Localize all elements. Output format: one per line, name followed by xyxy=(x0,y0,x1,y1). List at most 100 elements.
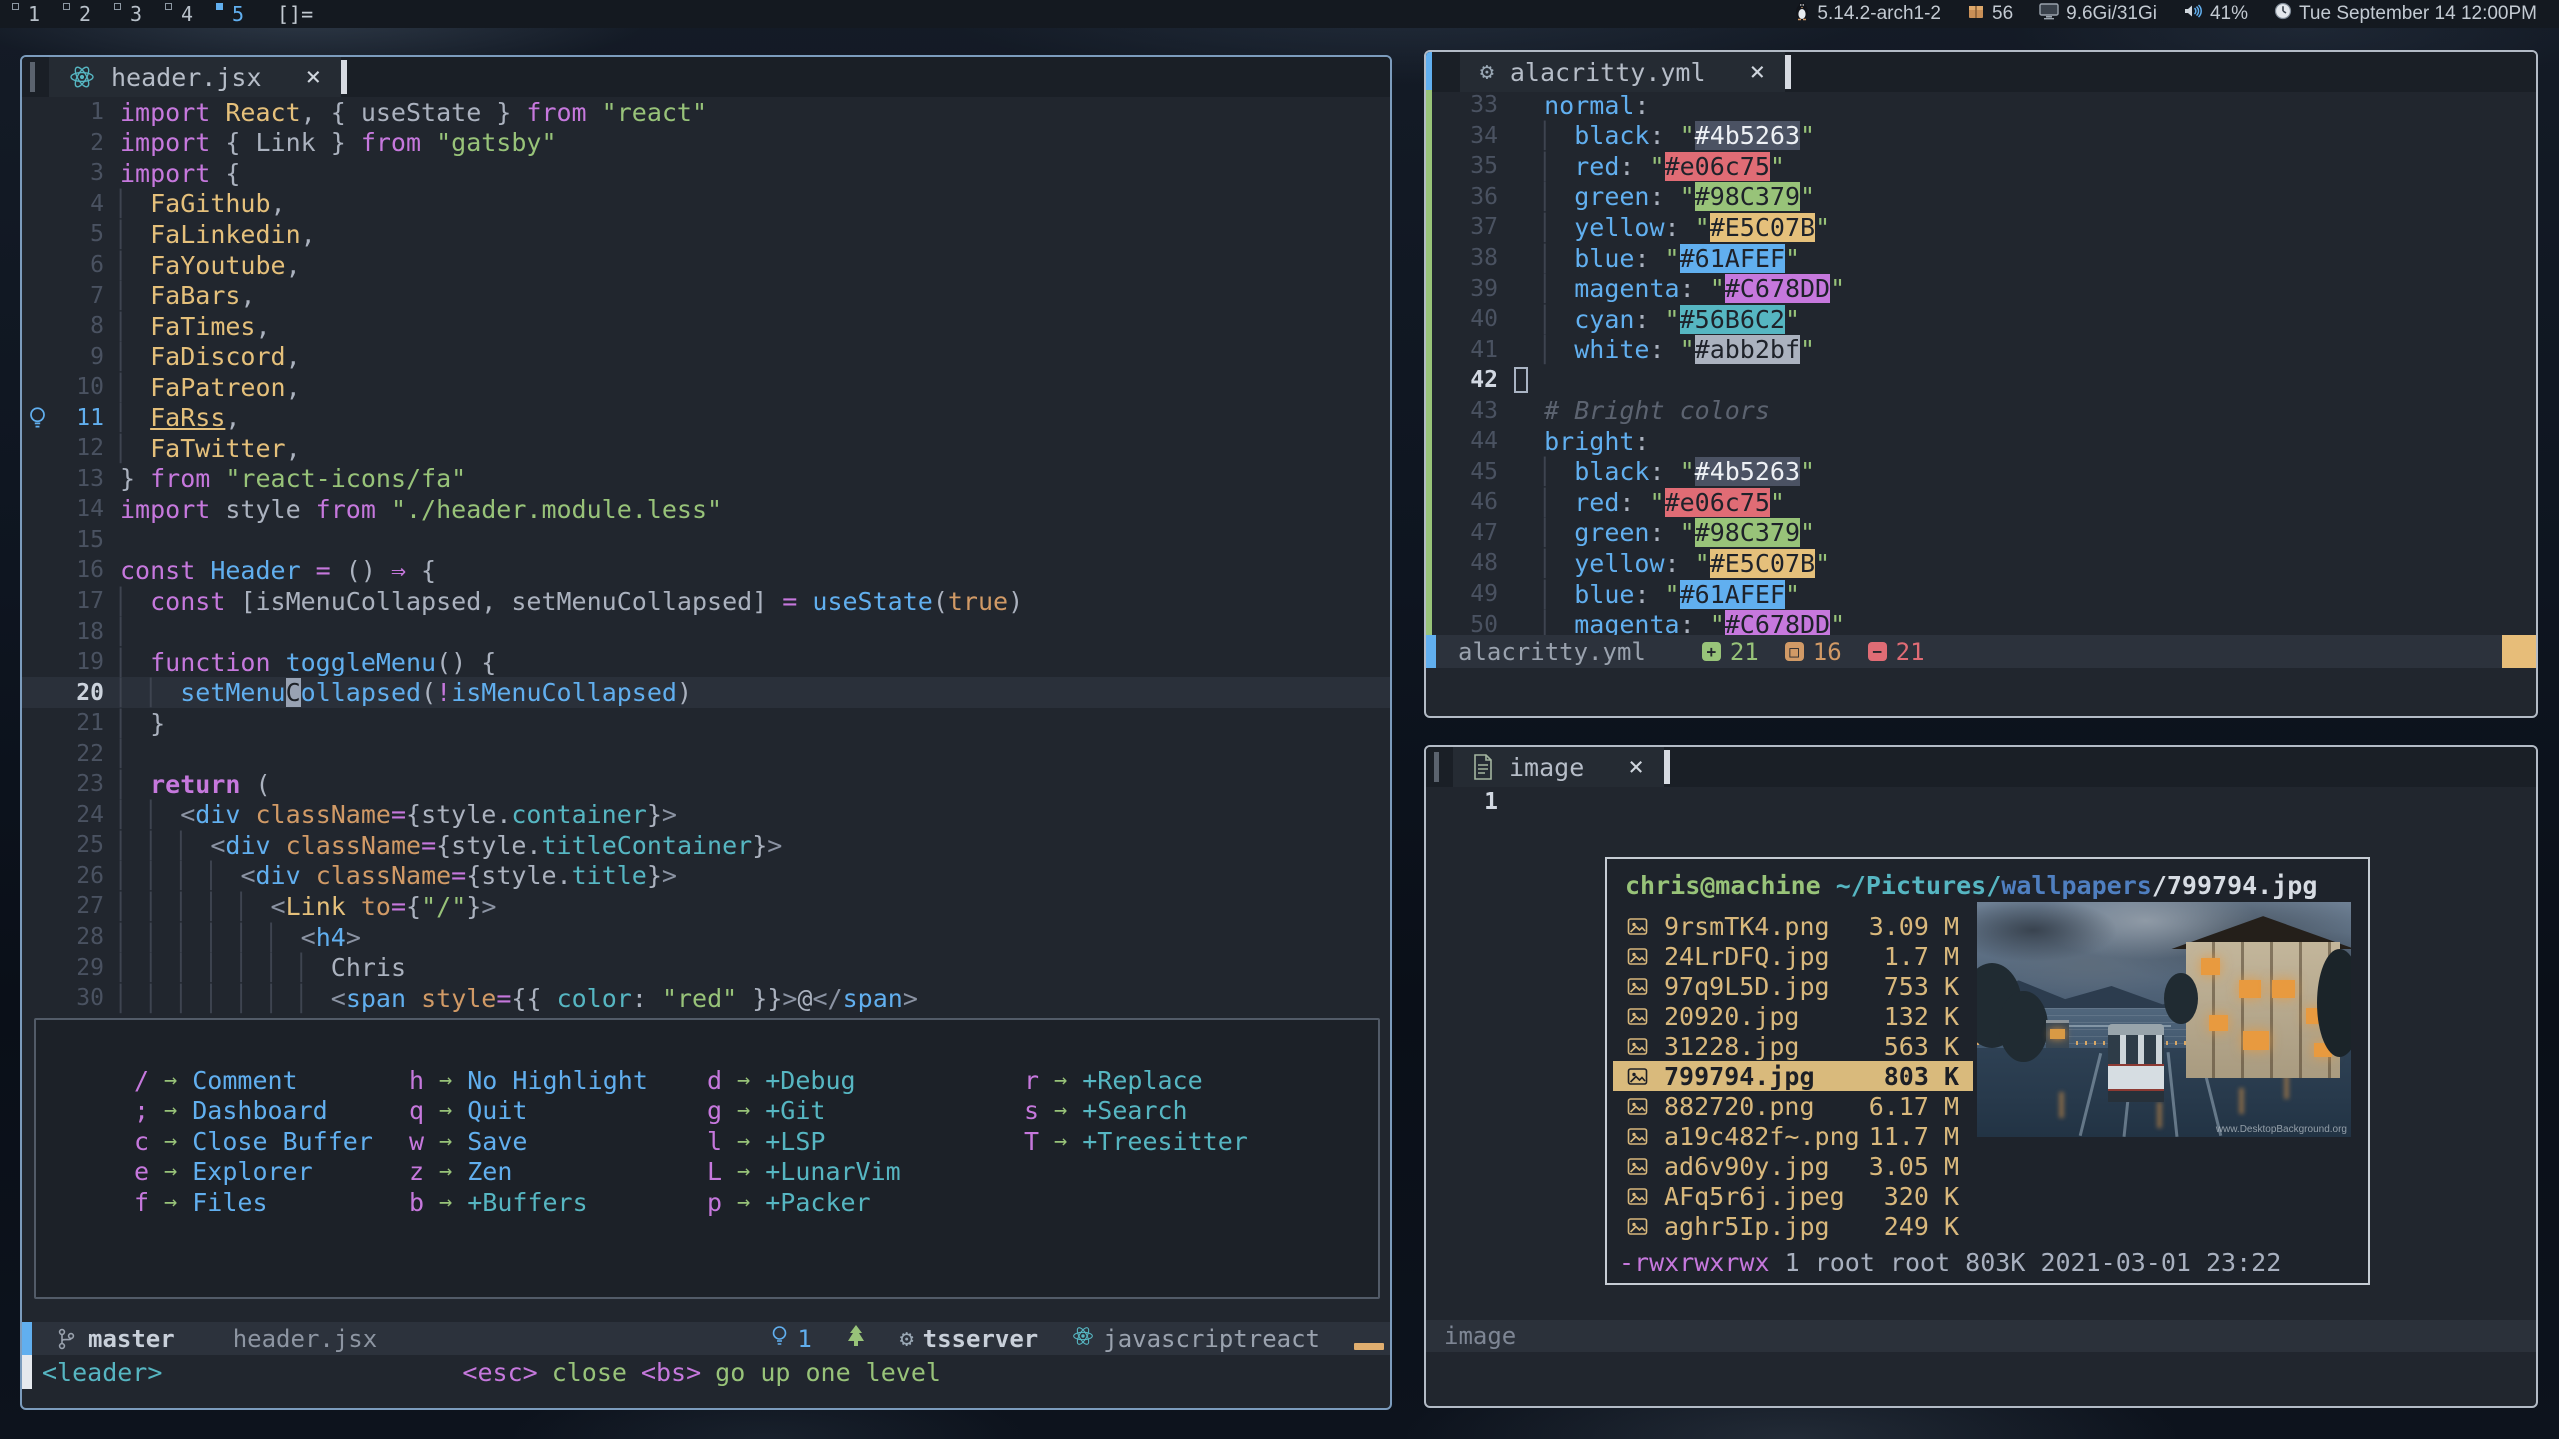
packages-status: 56 xyxy=(1967,2,2013,26)
code-line-4[interactable]: 4▏ FaGithub, xyxy=(22,189,1390,220)
whichkey-save[interactable]: w→Save xyxy=(406,1126,648,1157)
workspace-1[interactable]: 1 xyxy=(10,0,61,28)
code-line-42[interactable]: 42 xyxy=(1426,365,2536,396)
file-row-20920-jpg[interactable]: 20920.jpg132 K xyxy=(1613,1001,1973,1031)
code-line-15[interactable]: 15 xyxy=(22,525,1390,556)
code-line-8[interactable]: 8▏ FaTimes, xyxy=(22,311,1390,342)
code-line-16[interactable]: 16const Header = () ⇒ { xyxy=(22,555,1390,586)
code-line-30[interactable]: 30▏ ▏ ▏ ▏ ▏ ▏ ▏ <span style={{ color: "r… xyxy=(22,983,1390,1014)
code-line-33[interactable]: 33 normal: xyxy=(1426,90,2536,121)
code-line-40[interactable]: 40 ▏ cyan: "#56B6C2" xyxy=(1426,304,2536,335)
tab-header-jsx[interactable]: header.jsx × xyxy=(49,57,341,97)
code-line-49[interactable]: 49 ▏ blue: "#61AFEF" xyxy=(1426,579,2536,610)
whichkey--buffers[interactable]: b→+Buffers xyxy=(406,1187,648,1218)
code-line-46[interactable]: 46 ▏ red: "#e06c75" xyxy=(1426,487,2536,518)
code-line-43[interactable]: 43 # Bright colors xyxy=(1426,395,2536,426)
close-icon[interactable]: × xyxy=(306,62,322,92)
code-line-25[interactable]: 25▏ ▏ ▏ <div className={style.titleConta… xyxy=(22,830,1390,861)
whichkey-key: l xyxy=(704,1127,722,1156)
code-line-11[interactable]: 11▏ FaRss, xyxy=(22,402,1390,433)
code-line-1[interactable]: 1 xyxy=(1426,787,2536,818)
whichkey--packer[interactable]: p→+Packer xyxy=(704,1187,901,1218)
code-line-34[interactable]: 34 ▏ black: "#4b5263" xyxy=(1426,121,2536,152)
file-size: 132 K xyxy=(1884,1002,1973,1031)
whichkey--debug[interactable]: d→+Debug xyxy=(704,1065,901,1096)
code-line-28[interactable]: 28▏ ▏ ▏ ▏ ▏ ▏ <h4> xyxy=(22,922,1390,953)
code-text: bright: xyxy=(1498,426,2536,457)
whichkey-files[interactable]: f→Files xyxy=(131,1187,373,1218)
code-line-35[interactable]: 35 ▏ red: "#e06c75" xyxy=(1426,151,2536,182)
code-line-21[interactable]: 21▏ } xyxy=(22,708,1390,739)
code-line-20[interactable]: 20▏ ▏ setMenuCollapsed(!isMenuCollapsed) xyxy=(22,677,1390,708)
code-line-17[interactable]: 17▏ const [isMenuCollapsed, setMenuColla… xyxy=(22,586,1390,617)
code-line-22[interactable]: 22▏ xyxy=(22,738,1390,769)
code-line-1[interactable]: 1import React, { useState } from "react" xyxy=(22,97,1390,128)
code-line-13[interactable]: 13} from "react-icons/fa" xyxy=(22,464,1390,495)
code-line-36[interactable]: 36 ▏ green: "#98C379" xyxy=(1426,182,2536,213)
close-icon[interactable]: × xyxy=(1628,752,1644,782)
whichkey--search[interactable]: s→+Search xyxy=(1021,1096,1248,1127)
file-row-aghr5ip-jpg[interactable]: aghr5Ip.jpg249 K xyxy=(1613,1211,1973,1241)
workspace-4[interactable]: 4 xyxy=(163,0,214,28)
workspace-2[interactable]: 2 xyxy=(61,0,112,28)
code-line-23[interactable]: 23▏ return ( xyxy=(22,769,1390,800)
tab-separator xyxy=(341,60,347,94)
code-line-6[interactable]: 6▏ FaYoutube, xyxy=(22,250,1390,281)
code-text: ▏ blue: "#61AFEF" xyxy=(1498,243,2536,274)
file-row-882720-png[interactable]: 882720.png6.17 M xyxy=(1613,1091,1973,1121)
whichkey--replace[interactable]: r→+Replace xyxy=(1021,1065,1248,1096)
code-line-9[interactable]: 9▏ FaDiscord, xyxy=(22,341,1390,372)
file-row-24lrdfq-jpg[interactable]: 24LrDFQ.jpg1.7 M xyxy=(1613,941,1973,971)
whichkey--lunarvim[interactable]: L→+LunarVim xyxy=(704,1157,901,1188)
code-line-12[interactable]: 12▏ FaTwitter, xyxy=(22,433,1390,464)
tab-alacritty-yml[interactable]: ⚙ alacritty.yml × xyxy=(1460,52,1785,92)
whichkey-comment[interactable]: /→Comment xyxy=(131,1065,373,1096)
whichkey-quit[interactable]: q→Quit xyxy=(406,1096,648,1127)
code-line-5[interactable]: 5▏ FaLinkedin, xyxy=(22,219,1390,250)
line-number: 6 xyxy=(52,252,104,278)
whichkey-zen[interactable]: z→Zen xyxy=(406,1157,648,1188)
tab-image[interactable]: image × xyxy=(1453,747,1664,787)
whichkey-dashboard[interactable]: ;→Dashboard xyxy=(131,1096,373,1127)
git-removed-count: 21 xyxy=(1896,638,1925,666)
code-line-19[interactable]: 19▏ function toggleMenu() { xyxy=(22,647,1390,678)
code-line-29[interactable]: 29▏ ▏ ▏ ▏ ▏ ▏ ▏ Chris xyxy=(22,952,1390,983)
code-line-7[interactable]: 7▏ FaBars, xyxy=(22,280,1390,311)
code-line-37[interactable]: 37 ▏ yellow: "#E5C07B" xyxy=(1426,212,2536,243)
code-line-14[interactable]: 14import style from "./header.module.les… xyxy=(22,494,1390,525)
whichkey--treesitter[interactable]: T→+Treesitter xyxy=(1021,1126,1248,1157)
whichkey-explorer[interactable]: e→Explorer xyxy=(131,1157,373,1188)
close-icon[interactable]: × xyxy=(1750,57,1766,87)
workspace-3[interactable]: 3 xyxy=(112,0,163,28)
file-row-ad6v90y-jpg[interactable]: ad6v90y.jpg3.05 M xyxy=(1613,1151,1973,1181)
whichkey--lsp[interactable]: l→+LSP xyxy=(704,1126,901,1157)
line-number: 10 xyxy=(52,374,104,400)
code-line-47[interactable]: 47 ▏ green: "#98C379" xyxy=(1426,518,2536,549)
file-row-97q9l5d-jpg[interactable]: 97q9L5D.jpg753 K xyxy=(1613,971,1973,1001)
file-row-799794-jpg[interactable]: 799794.jpg803 K xyxy=(1613,1061,1973,1091)
file-row-31228-jpg[interactable]: 31228.jpg563 K xyxy=(1613,1031,1973,1061)
scroll-indicator[interactable] xyxy=(2502,635,2536,668)
code-line-44[interactable]: 44 bright: xyxy=(1426,426,2536,457)
scroll-indicator[interactable] xyxy=(1354,1343,1384,1350)
whichkey-close-buffer[interactable]: c→Close Buffer xyxy=(131,1126,373,1157)
code-line-45[interactable]: 45 ▏ black: "#4b5263" xyxy=(1426,457,2536,488)
whichkey--git[interactable]: g→+Git xyxy=(704,1096,901,1127)
file-row-9rsmtk4-png[interactable]: 9rsmTK4.png3.09 M xyxy=(1613,911,1973,941)
code-line-2[interactable]: 2import { Link } from "gatsby" xyxy=(22,128,1390,159)
line-number: 36 xyxy=(1440,184,1498,210)
file-row-afq5r6j-jpeg[interactable]: AFq5r6j.jpeg320 K xyxy=(1613,1181,1973,1211)
code-line-26[interactable]: 26▏ ▏ ▏ ▏ <div className={style.title}> xyxy=(22,861,1390,892)
file-row-a19c482f-png[interactable]: a19c482f~.png11.7 M xyxy=(1613,1121,1973,1151)
code-line-38[interactable]: 38 ▏ blue: "#61AFEF" xyxy=(1426,243,2536,274)
code-line-27[interactable]: 27▏ ▏ ▏ ▏ ▏ <Link to={"/"}> xyxy=(22,891,1390,922)
code-line-39[interactable]: 39 ▏ magenta: "#C678DD" xyxy=(1426,273,2536,304)
code-line-18[interactable]: 18▏ xyxy=(22,616,1390,647)
code-line-10[interactable]: 10▏ FaPatreon, xyxy=(22,372,1390,403)
whichkey-no-highlight[interactable]: h→No Highlight xyxy=(406,1065,648,1096)
code-line-41[interactable]: 41 ▏ white: "#abb2bf" xyxy=(1426,334,2536,365)
code-line-24[interactable]: 24▏ ▏ <div className={style.container}> xyxy=(22,800,1390,831)
workspace-5[interactable]: 5 xyxy=(214,0,265,28)
code-line-3[interactable]: 3import { xyxy=(22,158,1390,189)
code-line-48[interactable]: 48 ▏ yellow: "#E5C07B" xyxy=(1426,548,2536,579)
